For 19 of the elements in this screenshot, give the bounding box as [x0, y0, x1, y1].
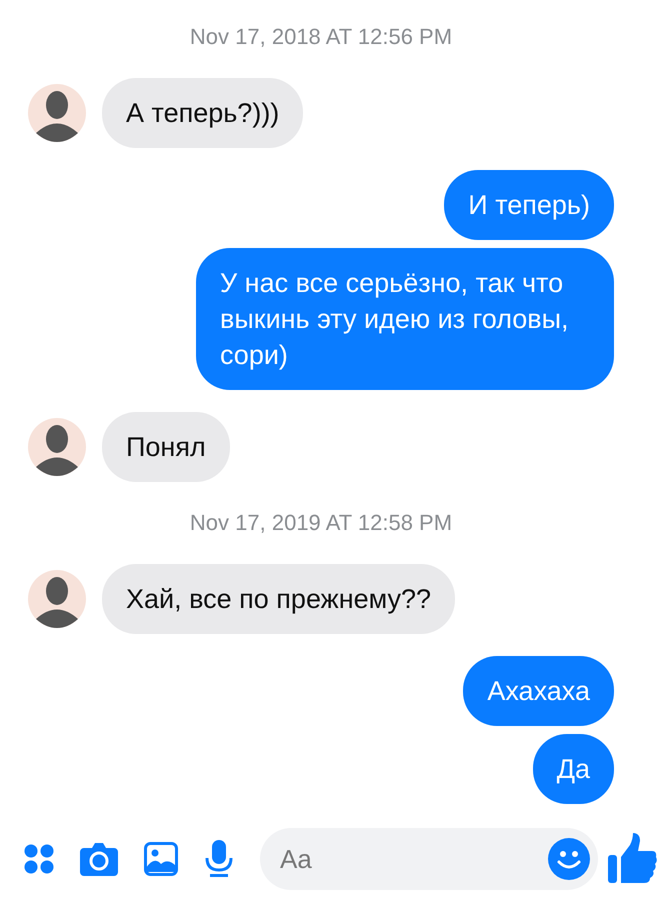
thumbs-up-icon[interactable]	[608, 833, 658, 885]
image-icon[interactable]	[144, 842, 178, 876]
message-field[interactable]: Aa	[260, 828, 598, 890]
message-bubble: Ахахаха	[463, 656, 614, 726]
avatar-icon	[28, 418, 86, 476]
apps-icon[interactable]	[24, 844, 54, 874]
message-bubble: А теперь?)))	[102, 78, 304, 148]
timestamp: Nov 17, 2019 AT 12:58 PM	[188, 509, 454, 537]
message-bubble: Понял	[102, 412, 230, 482]
microphone-icon[interactable]	[204, 840, 234, 878]
avatar-icon	[28, 84, 86, 142]
timestamp: Nov 17, 2018 AT 12:56 PM	[188, 23, 454, 51]
avatar-icon	[28, 570, 86, 628]
message-bubble: И теперь)	[444, 170, 614, 240]
message-bubble: Хай, все по прежнему??	[102, 564, 456, 634]
camera-icon[interactable]	[80, 842, 118, 876]
emoji-icon[interactable]	[548, 838, 590, 880]
message-bubble: Да	[532, 734, 614, 804]
message-bubble: У нас все серьёзно, так что выкинь эту идею из головы, сори)	[196, 248, 614, 390]
